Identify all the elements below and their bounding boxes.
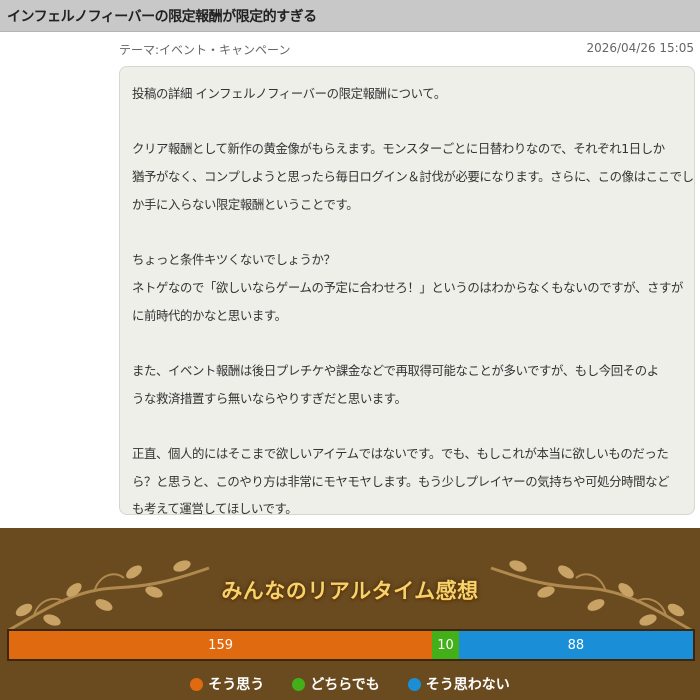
post-line: も考えて運営してほしいです。 (132, 501, 298, 517)
post-line (132, 329, 683, 357)
post-line: ちょっと条件キツくないでしょうか？ (132, 252, 336, 268)
legend-label-agree: そう思う (208, 677, 265, 693)
title-bar: インフェルノフィーバーの限定報酬が限定的すぎる (0, 0, 700, 32)
post-line: ら？と思うと、このやり方は非常にモヤモヤします。もう少しプレイヤーの気持ちや可処… (132, 473, 670, 489)
post-line: に前時代的かなと思います。 (132, 307, 287, 323)
vote-count-neutral: 10 (437, 637, 454, 653)
vote-segment-disagree: 88 (458, 631, 693, 659)
poll-panel: みんなのリアルタイム感想 159 10 88 そう思う どちらでも そう思わない (0, 528, 700, 700)
poll-legend: そう思う どちらでも そう思わない (0, 674, 700, 694)
post-line: 投稿の詳細 インフェルノフィーバーの限定報酬について。 (132, 86, 446, 101)
vote-bar: 159 10 88 (7, 629, 695, 661)
post-line: 猶予がなく、コンプしようと思ったら毎日ログイン＆討伐が必要になります。さらに、こ… (132, 169, 694, 185)
legend-label-disagree: そう思わない (425, 677, 510, 693)
post-line: 正直、個人的にはそこまで欲しいアイテムではないです。でも、もしこれが本当に欲しい… (132, 445, 669, 461)
legend-label-neutral: どちらでも (310, 677, 380, 693)
post-line (132, 218, 683, 246)
legend-item-disagree: そう思わない (407, 674, 510, 694)
legend-item-agree: そう思う (190, 674, 264, 694)
post-line: か手に入らない限定報酬ということです。 (132, 196, 359, 212)
post-line (132, 108, 683, 136)
vote-count-agree: 159 (208, 637, 233, 653)
vote-segment-neutral: 10 (432, 631, 459, 659)
legend-item-neutral: どちらでも (292, 674, 380, 694)
page-title: インフェルノフィーバーの限定報酬が限定的すぎる (7, 9, 317, 25)
post-line: クリア報酬として新作の黄金像がもらえます。モンスターごとに日替わりなので、それぞ… (132, 141, 665, 157)
legend-dot-disagree-icon (407, 677, 421, 691)
post-line (132, 412, 683, 440)
poll-title: みんなのリアルタイム感想 (221, 579, 479, 603)
post-line: うな救済措置すら無いならやりすぎだと思います。 (132, 390, 407, 406)
post-body: 投稿の詳細 インフェルノフィーバーの限定報酬について。 クリア報酬として新作の黄… (119, 66, 695, 516)
vote-segment-agree: 159 (9, 631, 433, 659)
theme-label: テーマ:イベント・キャンペーン (119, 43, 291, 57)
legend-dot-agree-icon (190, 677, 204, 691)
post-line: また、イベント報酬は後日プレチケや課金などで再取得可能なことが多いですが、もし今… (132, 362, 659, 378)
post-line: ネトゲなので「欲しいならゲームの予定に合わせろ！」というのはわからなくもないので… (132, 279, 683, 295)
post-date: 2026/04/26 15:05 (586, 41, 694, 55)
legend-dot-neutral-icon (292, 677, 306, 691)
vote-count-disagree: 88 (567, 637, 585, 653)
